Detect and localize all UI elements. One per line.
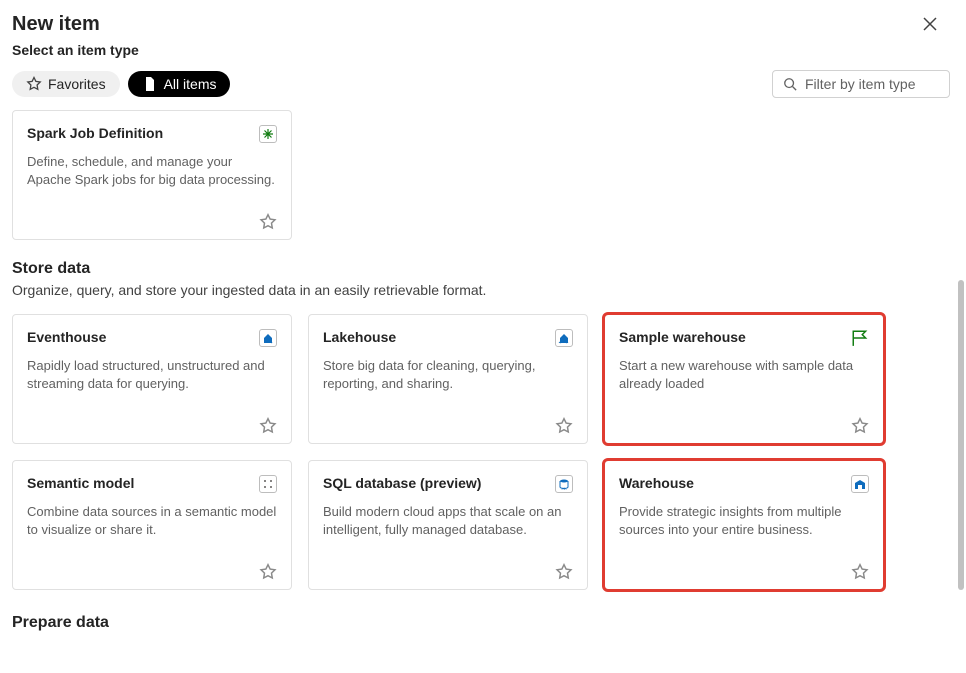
card-title: Sample warehouse — [619, 329, 746, 345]
star-icon — [26, 76, 42, 92]
card-description: Start a new warehouse with sample data a… — [619, 357, 869, 409]
close-icon — [923, 17, 937, 31]
card-description: Define, schedule, and manage your Apache… — [27, 153, 277, 205]
card-title: Lakehouse — [323, 329, 396, 345]
favorite-toggle-icon[interactable] — [851, 563, 869, 581]
favorite-toggle-icon[interactable] — [259, 213, 277, 231]
spark-icon — [259, 125, 277, 143]
item-card-eventhouse[interactable]: Eventhouse Rapidly load structured, unst… — [12, 314, 292, 444]
semantic-model-icon — [259, 475, 277, 493]
card-title: Warehouse — [619, 475, 694, 491]
favorite-toggle-icon[interactable] — [259, 417, 277, 435]
search-input[interactable] — [805, 76, 939, 92]
favorite-toggle-icon[interactable] — [851, 417, 869, 435]
favorite-toggle-icon[interactable] — [555, 563, 573, 581]
card-description: Build modern cloud apps that scale on an… — [323, 503, 573, 555]
card-title: Semantic model — [27, 475, 134, 491]
sql-database-icon: SQL — [555, 475, 573, 493]
item-card-semantic-model[interactable]: Semantic model Combine data sources in a… — [12, 460, 292, 590]
card-description: Provide strategic insights from multiple… — [619, 503, 869, 555]
flag-icon — [851, 329, 869, 347]
item-card-spark-job-definition[interactable]: Spark Job Definition Define, schedule, a… — [12, 110, 292, 240]
card-description: Store big data for cleaning, querying, r… — [323, 357, 573, 409]
card-description: Combine data sources in a semantic model… — [27, 503, 277, 555]
section-title-store-data: Store data — [12, 260, 950, 278]
section-title-prepare-data: Prepare data — [12, 614, 950, 632]
item-card-sample-warehouse[interactable]: Sample warehouse Start a new warehouse w… — [604, 314, 884, 444]
card-description: Rapidly load structured, unstructured an… — [27, 357, 277, 409]
svg-text:SQL: SQL — [561, 487, 567, 491]
item-card-sql-database[interactable]: SQL database (preview) SQL Build modern … — [308, 460, 588, 590]
scrollbar[interactable] — [958, 280, 964, 590]
card-title: Spark Job Definition — [27, 125, 163, 141]
warehouse-icon — [851, 475, 869, 493]
favorite-toggle-icon[interactable] — [555, 417, 573, 435]
card-title: Eventhouse — [27, 329, 106, 345]
card-title: SQL database (preview) — [323, 475, 481, 491]
favorites-label: Favorites — [48, 76, 106, 92]
favorites-filter-button[interactable]: Favorites — [12, 71, 120, 97]
search-filter-box[interactable] — [772, 70, 950, 98]
page-subtitle: Select an item type — [12, 42, 950, 58]
all-items-label: All items — [164, 76, 217, 92]
eventhouse-icon — [259, 329, 277, 347]
item-card-lakehouse[interactable]: Lakehouse Store big data for cleaning, q… — [308, 314, 588, 444]
search-icon — [783, 77, 797, 91]
page-title: New item — [12, 13, 100, 36]
all-items-filter-button[interactable]: All items — [128, 71, 231, 97]
close-button[interactable] — [918, 12, 942, 36]
document-icon — [142, 76, 158, 92]
lakehouse-icon — [555, 329, 573, 347]
favorite-toggle-icon[interactable] — [259, 563, 277, 581]
item-card-warehouse[interactable]: Warehouse Provide strategic insights fro… — [604, 460, 884, 590]
section-desc-store-data: Organize, query, and store your ingested… — [12, 282, 950, 298]
